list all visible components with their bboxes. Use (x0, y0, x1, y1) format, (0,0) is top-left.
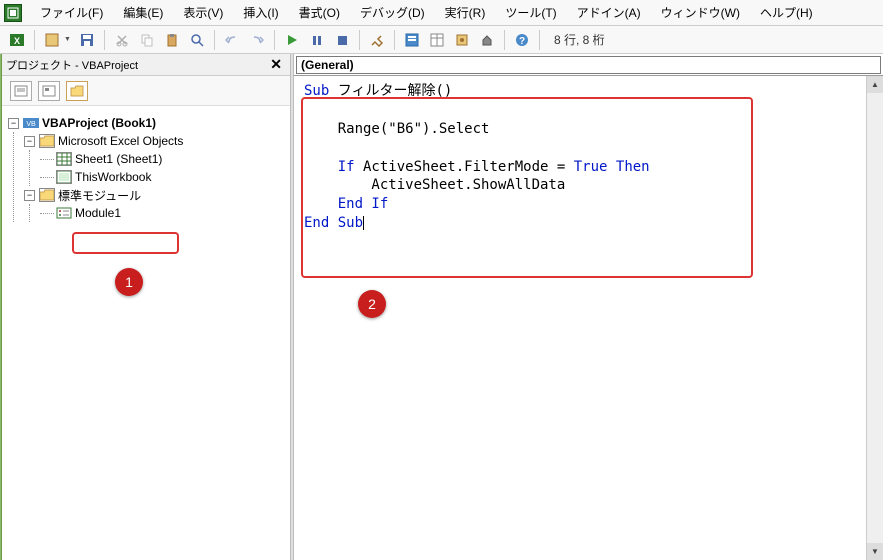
cut-button[interactable] (111, 29, 133, 51)
toolbar-separator (274, 30, 275, 50)
object-combo-value: (General) (301, 58, 354, 72)
stop-button[interactable] (331, 29, 353, 51)
workbook-icon (56, 170, 72, 184)
vba-project-icon: VB (23, 116, 39, 130)
copy-button[interactable] (136, 29, 158, 51)
object-combo[interactable]: (General) (296, 56, 881, 74)
help-button[interactable]: ? (511, 29, 533, 51)
toggle-folders-button[interactable] (66, 81, 88, 101)
folder-icon (39, 134, 55, 148)
pause-button[interactable] (306, 29, 328, 51)
annotation-callout-1: 1 (115, 268, 143, 296)
svg-text:X: X (14, 36, 20, 46)
paste-button[interactable] (161, 29, 183, 51)
tree-excel-objects[interactable]: − Microsoft Excel Objects (24, 132, 284, 150)
worksheet-icon (56, 152, 72, 166)
collapse-icon[interactable]: − (24, 136, 35, 147)
vba-app-icon (4, 4, 22, 22)
design-mode-button[interactable] (366, 29, 388, 51)
svg-text:VB: VB (26, 121, 36, 128)
annotation-box-2 (301, 97, 753, 278)
panel-title-text: プロジェクト - VBAProject (6, 57, 138, 73)
vertical-scrollbar[interactable]: ▲ ▼ (866, 76, 883, 560)
collapse-icon[interactable]: − (8, 118, 19, 129)
menubar: ファイル(F) 編集(E) 表示(V) 挿入(I) 書式(O) デバッグ(D) … (0, 0, 883, 26)
properties-button[interactable] (426, 29, 448, 51)
redo-button[interactable] (246, 29, 268, 51)
chevron-down-icon[interactable]: ▼ (64, 36, 73, 43)
tree-root[interactable]: − VB VBAProject (Book1) (8, 114, 284, 132)
toolbox-button[interactable] (476, 29, 498, 51)
menu-insert[interactable]: 挿入(I) (233, 0, 288, 25)
tree-connector (40, 213, 54, 214)
menu-window[interactable]: ウィンドウ(W) (651, 0, 750, 25)
annotation-callout-2: 2 (358, 290, 386, 318)
code-header: (General) (294, 54, 883, 76)
project-name: VBAProject (Book1) (42, 116, 156, 130)
sheet1-label: Sheet1 (Sheet1) (75, 152, 162, 166)
toolbar: X ▼ ? 8 行, 8 桁 (0, 26, 883, 54)
toolbar-separator (539, 30, 540, 50)
tree-module1[interactable]: Module1 (40, 204, 284, 222)
scroll-down-icon[interactable]: ▼ (867, 543, 883, 560)
find-button[interactable] (186, 29, 208, 51)
object-browser-button[interactable] (451, 29, 473, 51)
collapse-icon[interactable]: − (24, 190, 35, 201)
toolbar-separator (34, 30, 35, 50)
menu-addins[interactable]: アドイン(A) (567, 0, 651, 25)
module-icon (56, 206, 72, 220)
svg-text:?: ? (519, 36, 525, 47)
cursor-position: 8 行, 8 桁 (554, 31, 605, 48)
excel-button[interactable]: X (6, 29, 28, 51)
scroll-up-icon[interactable]: ▲ (867, 76, 883, 93)
view-object-button[interactable] (38, 81, 60, 101)
tree-connector (40, 159, 54, 160)
project-explorer-panel: プロジェクト - VBAProject ✕ − VB VBAProject (B… (2, 54, 290, 560)
menu-help[interactable]: ヘルプ(H) (750, 0, 823, 25)
save-button[interactable] (76, 29, 98, 51)
toolbar-separator (504, 30, 505, 50)
module1-label: Module1 (75, 206, 121, 220)
toolbar-separator (394, 30, 395, 50)
menu-edit[interactable]: 編集(E) (113, 0, 173, 25)
menu-tools[interactable]: ツール(T) (495, 0, 566, 25)
close-icon[interactable]: ✕ (266, 56, 286, 73)
menu-debug[interactable]: デバッグ(D) (350, 0, 435, 25)
project-tree: − VB VBAProject (Book1) − Microsoft Exce… (2, 106, 290, 560)
toolbar-separator (214, 30, 215, 50)
toolbar-separator (359, 30, 360, 50)
insert-button[interactable] (41, 29, 63, 51)
project-explorer-button[interactable] (401, 29, 423, 51)
menu-view[interactable]: 表示(V) (173, 0, 233, 25)
tree-sheet1[interactable]: Sheet1 (Sheet1) (40, 150, 284, 168)
run-button[interactable] (281, 29, 303, 51)
thisworkbook-label: ThisWorkbook (75, 170, 151, 184)
tree-thisworkbook[interactable]: ThisWorkbook (40, 168, 284, 186)
menu-format[interactable]: 書式(O) (289, 0, 350, 25)
menu-file[interactable]: ファイル(F) (30, 0, 113, 25)
toolbar-separator (104, 30, 105, 50)
panel-titlebar: プロジェクト - VBAProject ✕ (2, 54, 290, 76)
excel-objects-label: Microsoft Excel Objects (58, 134, 183, 148)
std-modules-label: 標準モジュール (58, 187, 141, 204)
menu-run[interactable]: 実行(R) (435, 0, 496, 25)
folder-icon (39, 188, 55, 202)
annotation-box-1 (72, 232, 179, 254)
panel-toolbar (2, 76, 290, 106)
undo-button[interactable] (221, 29, 243, 51)
tree-std-modules[interactable]: − 標準モジュール (24, 186, 284, 204)
view-code-button[interactable] (10, 81, 32, 101)
tree-connector (40, 177, 54, 178)
